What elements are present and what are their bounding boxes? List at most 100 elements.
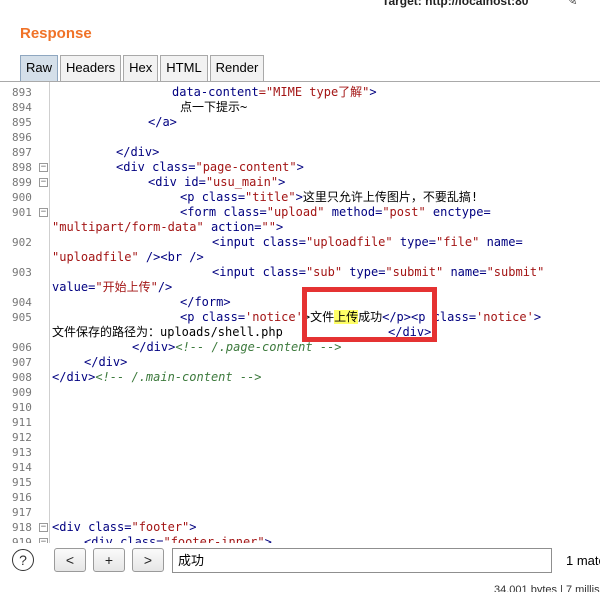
pen-icon[interactable]: ✎ <box>566 0 578 9</box>
code-line: 895 </a> <box>0 115 600 130</box>
search-input[interactable]: 成功 <box>172 548 552 573</box>
line-number: 915 <box>12 476 32 489</box>
code-token: > <box>278 175 286 189</box>
code-token: </form> <box>180 295 231 309</box>
match-count: 1 match <box>566 553 600 568</box>
code-line: 916 <box>0 490 600 505</box>
tab-hex[interactable]: Hex <box>123 55 159 81</box>
line-number: 906 <box>12 341 32 354</box>
tab-raw[interactable]: Raw <box>20 55 59 81</box>
code-token: = <box>254 220 262 234</box>
code-token: </div> <box>132 340 176 354</box>
code-token: class <box>152 160 189 174</box>
line-number: 899 <box>12 176 32 189</box>
line-number: 910 <box>12 401 32 414</box>
code-line: 917 <box>0 505 600 520</box>
code-line: 900 <p class="title">这里只允许上传图片，不要乱搞! <box>0 190 600 205</box>
tab-render[interactable]: Render <box>209 55 265 81</box>
response-editor[interactable]: 893 data-content="MIME type了解"> 894 点一下提示~… <box>0 81 600 543</box>
annotation-highlight-box <box>302 287 437 342</box>
code-token: <!-- /.main-content --> <box>95 370 262 384</box>
line-number: 914 <box>12 461 32 474</box>
code-token: type <box>342 265 379 279</box>
code-line: 914 <box>0 460 600 475</box>
code-token: class <box>120 535 157 543</box>
code-token: "uploadfile" <box>52 250 139 264</box>
code-token: = <box>515 235 523 249</box>
code-token: <div <box>84 535 121 543</box>
line-number: 919 <box>12 536 32 543</box>
code-token: </div> <box>116 145 160 159</box>
fold-toggle-icon[interactable]: − <box>39 523 48 532</box>
help-icon[interactable]: ? <box>12 549 34 571</box>
response-status: 34,001 bytes | 7 millis <box>494 584 600 592</box>
add-search-button[interactable]: + <box>93 548 125 572</box>
code-token: <p <box>180 310 202 324</box>
line-number: 903 <box>12 266 32 279</box>
code-token: = <box>198 175 206 189</box>
code-token: </a> <box>148 115 177 129</box>
tab-html[interactable]: HTML <box>160 55 208 81</box>
code-line: 901− <form class="upload" method="post" e… <box>0 205 600 220</box>
code-token: <input <box>212 235 263 249</box>
code-token: = <box>483 205 491 219</box>
code-token: "post" <box>382 205 426 219</box>
panel-title: Response <box>20 25 92 42</box>
line-number: 896 <box>12 131 32 144</box>
code-token: "" <box>261 220 276 234</box>
code-token: class <box>262 265 299 279</box>
fold-toggle-icon[interactable]: − <box>39 208 48 217</box>
code-token: value <box>52 280 89 294</box>
code-token: </div> <box>52 370 96 384</box>
code-token: "sub" <box>305 265 343 279</box>
code-token: name <box>479 235 516 249</box>
line-number: 913 <box>12 446 32 459</box>
line-number: 917 <box>12 506 32 519</box>
code-token: <p <box>180 190 202 204</box>
code-line: 905 <p class='notice'>文件上传成功</p><p class=… <box>0 310 600 325</box>
code-line: 915 <box>0 475 600 490</box>
code-line: 908 </div><!-- /.main-content --> <box>0 370 600 385</box>
code-line: 906 </div><!-- /.page-content --> <box>0 340 600 355</box>
code-token: name <box>443 265 480 279</box>
code-line: 910 <box>0 400 600 415</box>
code-token: class <box>201 310 238 324</box>
code-token: method <box>324 205 376 219</box>
target-label: Target: http://localhost:80 <box>382 0 529 8</box>
code-token: class <box>262 235 299 249</box>
code-token: /><br /> <box>138 250 204 264</box>
code-token: "page-content" <box>195 160 297 174</box>
code-line: 897 </div> <box>0 145 600 160</box>
line-number: 905 <box>12 311 32 324</box>
previous-match-button[interactable]: < <box>54 548 86 572</box>
code-line: 902 <input class="uploadfile" type="file"… <box>0 235 600 250</box>
tab-headers[interactable]: Headers <box>60 55 122 81</box>
code-line: 909 <box>0 385 600 400</box>
code-token: </div> <box>84 355 128 369</box>
code-token: "upload" <box>266 205 325 219</box>
code-line: 913 <box>0 445 600 460</box>
code-token: > <box>295 190 303 204</box>
code-token: > <box>264 535 272 543</box>
line-number: 908 <box>12 371 32 384</box>
fold-toggle-icon[interactable]: − <box>39 178 48 187</box>
code-token: 'notice' <box>245 310 303 324</box>
code-token: > <box>533 310 542 324</box>
code-token: type <box>392 235 429 249</box>
code-token: ="MIME type了解" <box>258 85 370 99</box>
code-token: > <box>296 160 304 174</box>
code-line: 919− <div class="footer-inner"> <box>0 535 600 543</box>
code-token: 'notice' <box>476 310 534 324</box>
code-line: 912 <box>0 430 600 445</box>
code-token: = <box>259 205 267 219</box>
code-token: /> <box>157 280 173 294</box>
fold-toggle-icon[interactable]: − <box>39 163 48 172</box>
next-match-button[interactable]: > <box>132 548 164 572</box>
line-number: 897 <box>12 146 32 159</box>
code-line: 894 点一下提示~ <box>0 100 600 115</box>
code-token: id <box>184 175 199 189</box>
search-bar: ? < + > 成功 1 match 34,001 bytes | 7 mill… <box>0 543 600 592</box>
line-number: 918 <box>12 521 32 534</box>
code-token: <!-- /.page-content --> <box>175 340 342 354</box>
code-token: 文件保存的路径为：uploads/shell.php <box>52 325 283 339</box>
